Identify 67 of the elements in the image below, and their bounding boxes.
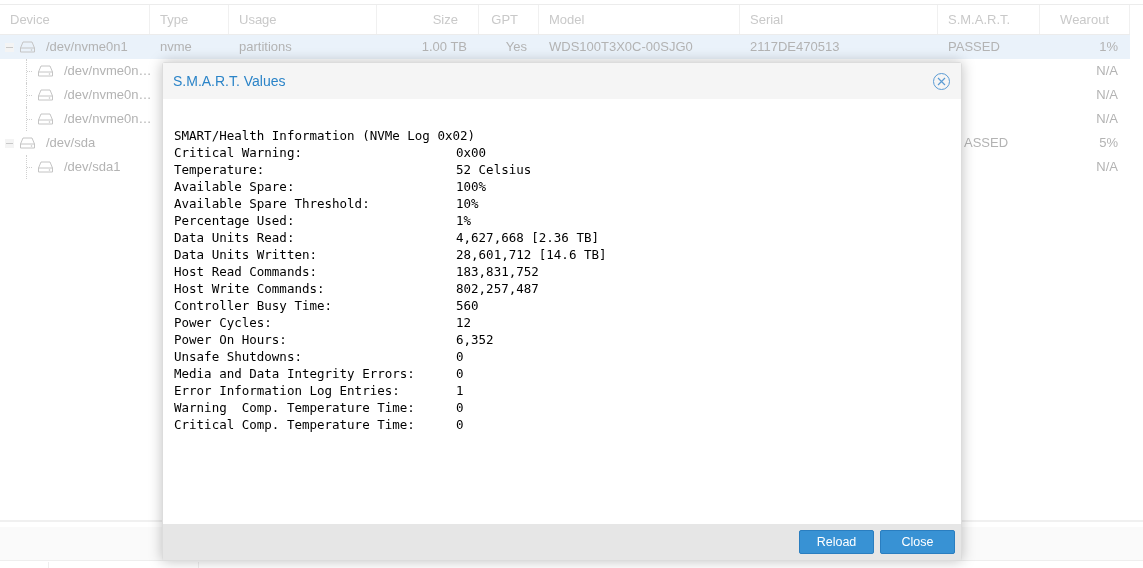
disk-icon — [20, 137, 35, 149]
device-name: /dev/sda — [46, 134, 96, 153]
dialog-button[interactable]: Close — [880, 530, 955, 554]
attribute-value: 6,352 — [456, 331, 494, 348]
device-name: /dev/nvme0n… — [64, 86, 152, 105]
collapse-icon[interactable] — [5, 42, 14, 52]
attribute-label: Host Write Commands: — [174, 280, 325, 297]
disk-icon — [20, 41, 35, 53]
attribute-value: 802,257,487 — [456, 280, 539, 297]
attribute-label: Critical Comp. Temperature Time: — [174, 416, 415, 433]
attribute-value: 28,601,712 [14.6 TB] — [456, 246, 607, 263]
dialog-button[interactable]: Reload — [799, 530, 874, 554]
table-cell: N/A — [1096, 63, 1118, 79]
attribute-label: Host Read Commands: — [174, 263, 317, 280]
table-cell: WDS100T3X0C-00SJG0 — [549, 39, 693, 55]
attribute-value: 560 — [456, 297, 479, 314]
attribute-value: 10% — [456, 195, 479, 212]
attribute-label: Critical Warning: — [174, 144, 302, 161]
attribute-label: Data Units Read: — [174, 229, 295, 246]
attribute-value: 0x00 — [456, 144, 487, 161]
attribute-value: 183,831,752 — [456, 263, 539, 280]
table-cell: partitions — [239, 39, 292, 55]
disk-icon — [38, 65, 53, 77]
attribute-label: Power On Hours: — [174, 331, 287, 348]
device-name: /dev/nvme0n1 — [46, 38, 128, 57]
attribute-value: 0 — [456, 365, 464, 382]
device-name: /dev/sda1 — [64, 158, 121, 177]
table-cell: Yes — [505, 39, 527, 55]
attribute-label: Error Information Log Entries: — [174, 382, 400, 399]
device-name: /dev/nvme0n… — [64, 110, 152, 129]
table-row[interactable]: /dev/nvme0n1 nvme partitions 1.00 TB Yes WDS100T3X0C-00SJG0 2117DE470513 PASSED 1% — [0, 35, 1130, 59]
attribute-label: Data Units Written: — [174, 246, 317, 263]
attribute-label: Media and Data Integrity Errors: — [174, 365, 415, 382]
smart-heading: SMART/Health Information (NVMe Log 0x02) — [174, 127, 476, 144]
attribute-label: Temperature: — [174, 161, 265, 178]
attribute-label: Power Cycles: — [174, 314, 272, 331]
attribute-label: Unsafe Shutdowns: — [174, 348, 302, 365]
attribute-value: 0 — [456, 399, 464, 416]
attribute-value: 1 — [456, 382, 464, 399]
disk-icon — [38, 161, 53, 173]
table-cell: nvme — [160, 39, 192, 55]
attribute-value: 4,627,668 [2.36 TB] — [456, 229, 599, 246]
attribute-value: 0 — [456, 416, 464, 433]
attribute-label: Available Spare Threshold: — [174, 195, 370, 212]
attribute-value: 100% — [456, 178, 487, 195]
disk-icon — [38, 113, 53, 125]
attribute-value: 52 Celsius — [456, 161, 532, 178]
attribute-label: Controller Busy Time: — [174, 297, 333, 314]
dialog-title: S.M.A.R.T. Values — [173, 71, 286, 91]
table-cell: ASSED — [964, 135, 1009, 151]
table-cell: 1% — [1099, 39, 1118, 55]
table-cell: 1.00 TB — [421, 39, 467, 55]
attribute-label: Warning Comp. Temperature Time: — [174, 399, 415, 416]
attribute-label: Percentage Used: — [174, 212, 295, 229]
table-cell: N/A — [1096, 87, 1118, 103]
device-name: /dev/nvme0n… — [64, 62, 152, 81]
attribute-value: 1% — [456, 212, 472, 229]
table-cell: N/A — [1096, 111, 1118, 127]
table-cell: PASSED — [948, 39, 1000, 55]
attribute-value: 0 — [456, 348, 464, 365]
attribute-value: 12 — [456, 314, 472, 331]
table-cell: N/A — [1096, 159, 1118, 175]
disk-icon — [38, 89, 53, 101]
collapse-icon[interactable] — [5, 138, 14, 148]
table-cell: 2117DE470513 — [750, 39, 840, 55]
attribute-label: Available Spare: — [174, 178, 295, 195]
table-cell: 5% — [1099, 135, 1118, 151]
